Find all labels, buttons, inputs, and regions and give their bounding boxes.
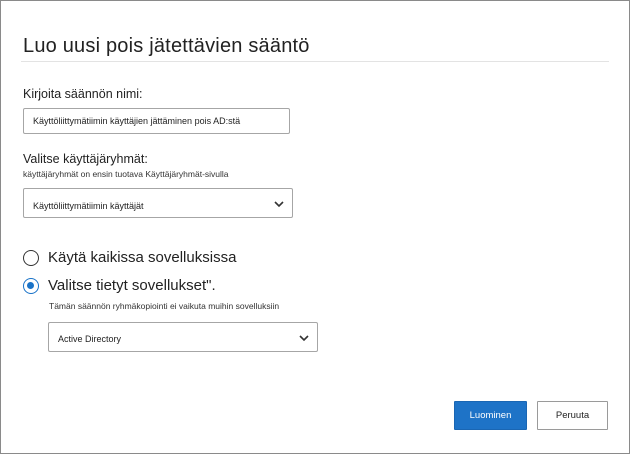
chevron-down-icon xyxy=(299,335,309,342)
user-groups-selected-value: Käyttöliittymätiimin käyttäjät xyxy=(33,201,144,211)
cancel-button[interactable]: Peruuta xyxy=(537,401,608,430)
dialog-title: Luo uusi pois jätettävien sääntö xyxy=(23,35,310,57)
rule-name-label: Kirjoita säännön nimi: xyxy=(23,87,143,101)
chevron-down-icon xyxy=(274,201,284,208)
title-divider xyxy=(21,61,609,62)
radio-button-all[interactable] xyxy=(23,249,39,266)
user-groups-hint: käyttäjäryhmät on ensin tuotava Käyttäjä… xyxy=(23,169,229,179)
user-groups-label: Valitse käyttäjäryhmät: xyxy=(23,152,148,166)
user-groups-select[interactable]: Käyttöliittymätiimin käyttäjät xyxy=(23,188,293,218)
radio-label-all: Käytä kaikissa sovelluksissa xyxy=(48,249,237,266)
create-button[interactable]: Luominen xyxy=(454,401,527,430)
radio-selected-dot xyxy=(27,281,34,289)
create-exclusion-rule-dialog: Luo uusi pois jätettävien sääntö Kirjoit… xyxy=(0,0,630,454)
apps-scope-note: Tämän säännön ryhmäkopiointi ei vaikuta … xyxy=(49,301,280,311)
radio-select-specific-apps[interactable]: Valitse tietyt sovellukset". xyxy=(23,277,216,294)
app-select[interactable]: Active Directory xyxy=(48,322,318,352)
radio-button-specific[interactable] xyxy=(23,277,39,294)
app-selected-value: Active Directory xyxy=(58,334,122,344)
radio-label-specific: Valitse tietyt sovellukset". xyxy=(48,277,216,294)
rule-name-input[interactable]: Käyttöliittymätiimin käyttäjien jättämin… xyxy=(23,108,290,134)
radio-apply-all-apps[interactable]: Käytä kaikissa sovelluksissa xyxy=(23,249,236,266)
